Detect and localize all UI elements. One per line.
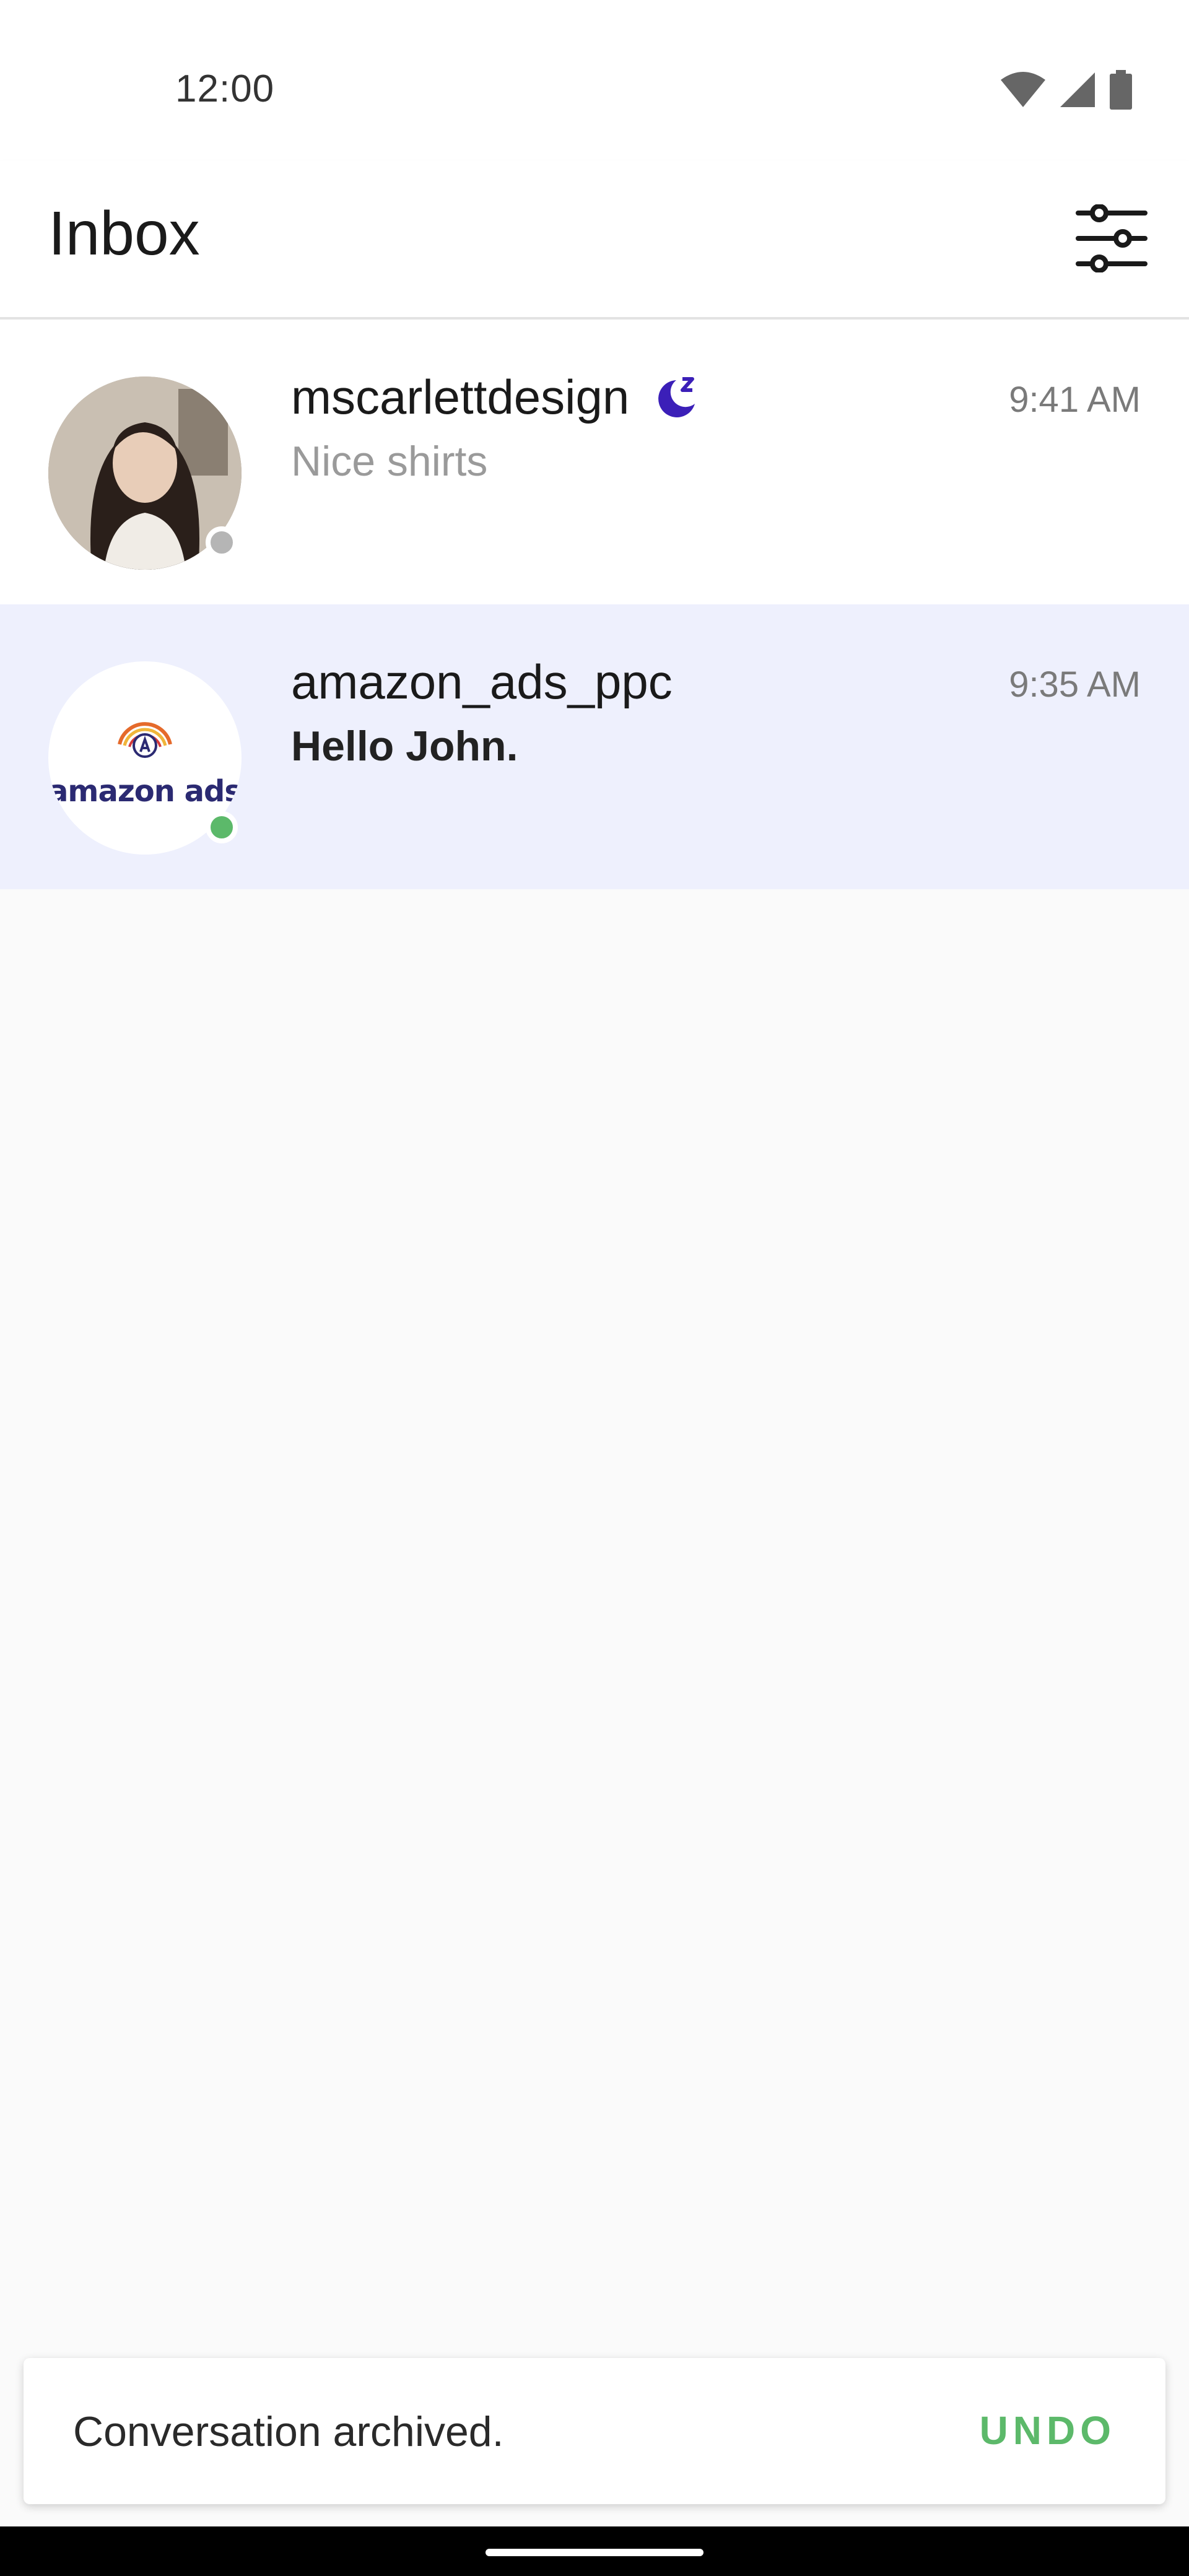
conversation-time: 9:35 AM xyxy=(1009,664,1141,705)
presence-online-dot xyxy=(206,811,238,843)
battery-icon xyxy=(1110,70,1132,110)
undo-button[interactable]: UNDO xyxy=(980,2408,1116,2453)
conversation-time: 9:41 AM xyxy=(1009,380,1141,420)
signal-icon xyxy=(1060,72,1095,107)
amazon-ads-logo-icon xyxy=(118,722,172,758)
app-bar: Inbox xyxy=(0,161,1189,320)
snackbar-message: Conversation archived. xyxy=(73,2408,504,2455)
conversation-name: mscarlettdesign xyxy=(291,370,630,424)
wifi-icon xyxy=(1001,72,1045,107)
conversation-preview: Hello John. xyxy=(291,723,518,770)
presence-offline-dot xyxy=(206,526,238,559)
snooze-moon-icon xyxy=(658,376,695,417)
conversation-name-row: amazon_ads_ppc xyxy=(291,654,673,710)
conversation-item[interactable]: amazon ads amazon_ads_ppc 9:35 AM Hello … xyxy=(0,604,1189,889)
filter-button[interactable] xyxy=(1071,198,1152,279)
avatar-logo-text: amazon ads xyxy=(48,774,242,809)
status-time: 12:00 xyxy=(175,67,275,110)
screen: 12:00 Inbox mscarlettdesign 9:41 AM Nice… xyxy=(0,0,1189,2576)
snackbar: Conversation archived. UNDO xyxy=(24,2358,1165,2504)
home-gesture-handle[interactable] xyxy=(486,2549,703,2556)
sliders-icon xyxy=(1076,204,1148,272)
conversation-preview: Nice shirts xyxy=(291,438,488,485)
conversation-name: amazon_ads_ppc xyxy=(291,655,673,709)
conversation-list: mscarlettdesign 9:41 AM Nice shirts amaz… xyxy=(0,320,1189,889)
page-title: Inbox xyxy=(48,199,200,268)
avatar-container: amazon ads xyxy=(48,661,242,855)
avatar-container xyxy=(48,376,242,570)
conversation-name-row: mscarlettdesign xyxy=(291,369,699,425)
system-nav-bar xyxy=(0,2526,1189,2576)
status-icons xyxy=(1000,68,1133,111)
conversation-item[interactable]: mscarlettdesign 9:41 AM Nice shirts xyxy=(0,320,1189,604)
status-bar: 12:00 xyxy=(0,0,1189,161)
